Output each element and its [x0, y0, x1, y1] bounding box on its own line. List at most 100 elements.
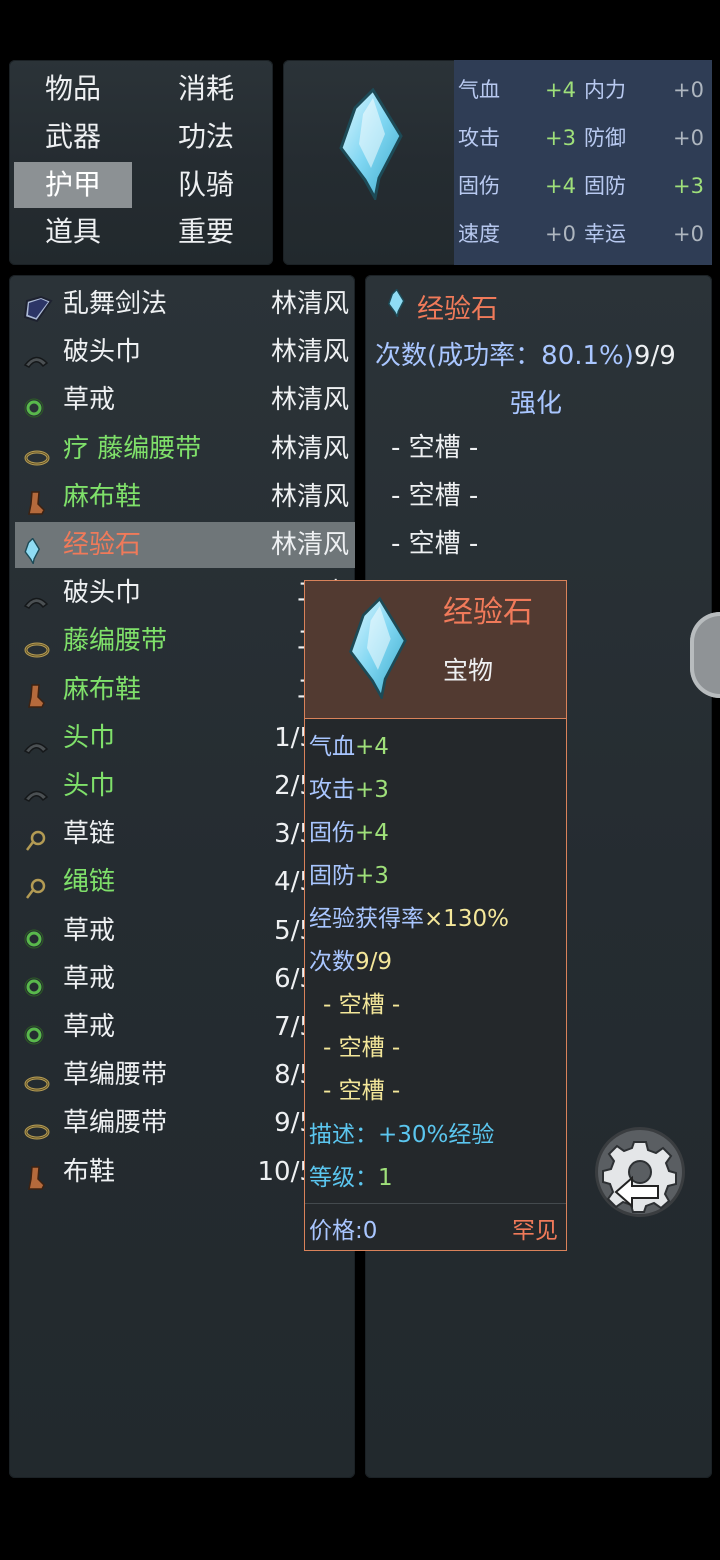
- stat-label: 固防: [584, 174, 626, 198]
- item-name: 草戒: [63, 385, 116, 416]
- category-tab-5[interactable]: 护甲: [14, 162, 132, 208]
- item-name: 布鞋: [63, 1156, 116, 1187]
- item-name: 疗 藤编腰带: [63, 433, 202, 464]
- stat-grid: 气血 +4 内力 +0 攻击 +3 防御 +0 固伤 +4 固防 +3 速度 +0 幸运 +0: [454, 60, 712, 265]
- tooltip-rarity: 罕见: [512, 1218, 558, 1244]
- count-label: 次数(成功率：: [375, 341, 542, 371]
- list-item[interactable]: 乱舞剑法 林清风: [15, 281, 355, 327]
- stat-value: +0: [673, 222, 704, 246]
- ring-icon: [23, 919, 49, 949]
- item-name: 经验石: [63, 530, 142, 560]
- exp-label: 经验获得率: [309, 906, 424, 932]
- item-owner: 林清风: [270, 385, 349, 416]
- item-name: 草编腰带: [63, 1108, 168, 1139]
- stat-label: 固伤: [458, 174, 500, 198]
- list-item[interactable]: 破头巾 林清风: [15, 329, 355, 375]
- category-tab-7[interactable]: 道具: [14, 209, 132, 255]
- side-scroll-button[interactable]: [690, 612, 720, 698]
- stat-label: 防御: [584, 126, 626, 150]
- detail-slot-1[interactable]: - 空槽 -: [391, 427, 478, 464]
- item-owner: 林清风: [270, 481, 349, 512]
- belt-icon: [23, 629, 50, 658]
- headband-icon: [23, 726, 49, 754]
- gear-icon: [602, 1141, 677, 1213]
- stat-row: 速度 +0 幸运 +0: [454, 210, 712, 258]
- boot-icon: [23, 485, 49, 515]
- stat-value: +0: [673, 78, 704, 102]
- belt-icon: [23, 1063, 50, 1092]
- level-value: 1: [378, 1165, 393, 1191]
- item-name: 破头巾: [63, 578, 142, 609]
- tooltip-slot-2: - 空槽 -: [323, 1035, 401, 1061]
- stat-label: 攻击: [309, 777, 355, 803]
- list-item[interactable]: 经验石 林清风: [15, 522, 355, 568]
- count-value: 9/9: [355, 949, 393, 975]
- item-name: 草戒: [63, 1012, 116, 1042]
- detail-slot-3[interactable]: - 空槽 -: [391, 523, 478, 560]
- book-icon: [23, 292, 53, 323]
- list-item[interactable]: 疗 藤编腰带 林清风: [15, 426, 355, 472]
- item-name: 头巾: [63, 771, 116, 801]
- enhance-label: 强化: [510, 389, 563, 419]
- stat-value: +4: [545, 78, 576, 102]
- crystal-icon: [387, 289, 405, 317]
- tooltip-price: 价格:0: [309, 1218, 378, 1244]
- category-tab-8[interactable]: 重要: [147, 209, 265, 255]
- stat-value: +3: [545, 126, 576, 150]
- detail-count-line: 次数(成功率：80.1%)9/9: [375, 335, 676, 372]
- tooltip-stat: 气血+4: [309, 727, 389, 761]
- item-owner: 林清风: [270, 433, 349, 464]
- category-tab-2[interactable]: 消耗: [147, 66, 265, 112]
- tooltip-type: 宝物: [443, 656, 494, 685]
- tooltip-stat: 攻击+3: [309, 770, 389, 804]
- desc-label: 描述：: [309, 1122, 378, 1148]
- item-name: 乱舞剑法: [63, 289, 168, 319]
- stat-label: 速度: [458, 222, 500, 246]
- crystal-icon: [23, 533, 49, 566]
- belt-icon: [23, 437, 50, 466]
- ring-icon: [23, 388, 49, 418]
- item-name: 麻布鞋: [63, 674, 142, 705]
- item-name: 麻布鞋: [63, 481, 142, 512]
- item-owner: 林清风: [270, 289, 349, 319]
- stat-row: 固伤 +4 固防 +3: [454, 162, 712, 210]
- detail-item-name: 经验石: [417, 294, 498, 325]
- tooltip-count: 次数9/9: [309, 942, 392, 976]
- list-item[interactable]: 麻布鞋 林清风: [15, 474, 355, 520]
- stat-value: +0: [545, 222, 576, 246]
- item-name: 草戒: [63, 915, 116, 946]
- crystal-icon: [339, 88, 403, 200]
- stat-value: +4: [355, 820, 389, 846]
- crystal-icon: [349, 597, 407, 699]
- tooltip-slot-3: - 空槽 -: [323, 1078, 401, 1104]
- item-name: 草链: [63, 819, 116, 850]
- category-tab-6[interactable]: 队骑: [147, 162, 265, 208]
- tooltip-divider: [305, 1203, 566, 1204]
- list-item[interactable]: 草戒 林清风: [15, 377, 355, 423]
- category-tab-3[interactable]: 武器: [14, 114, 132, 160]
- category-panel: 物品 消耗 武器 功法 护甲 队骑 道具 重要: [9, 60, 273, 265]
- level-label: 等级：: [309, 1165, 378, 1191]
- headband-icon: [23, 340, 49, 369]
- stat-value: +3: [355, 863, 389, 889]
- chain-icon: [23, 822, 49, 851]
- count-value: 9/9: [633, 341, 676, 371]
- item-name: 头巾: [63, 722, 116, 753]
- stat-label: 固防: [309, 863, 355, 889]
- headband-icon: [23, 581, 49, 610]
- item-name: 破头巾: [63, 337, 142, 368]
- count-label: 次数: [309, 949, 355, 975]
- tooltip-desc: 描述：+30%经验: [309, 1115, 494, 1149]
- category-tab-1[interactable]: 物品: [14, 66, 132, 112]
- stat-value: +3: [673, 174, 704, 198]
- detail-slot-2[interactable]: - 空槽 -: [391, 475, 478, 512]
- settings-button[interactable]: [598, 1130, 682, 1214]
- stat-row: 气血 +4 内力 +0: [454, 66, 712, 114]
- stat-label: 气血: [309, 734, 355, 760]
- desc-value: +30%经验: [378, 1122, 495, 1148]
- stat-label: 固伤: [309, 820, 355, 846]
- ring-icon: [23, 1015, 49, 1045]
- item-owner: 林清风: [270, 337, 349, 368]
- category-tab-4[interactable]: 功法: [147, 114, 265, 160]
- tooltip-stat: 固伤+4: [309, 813, 389, 847]
